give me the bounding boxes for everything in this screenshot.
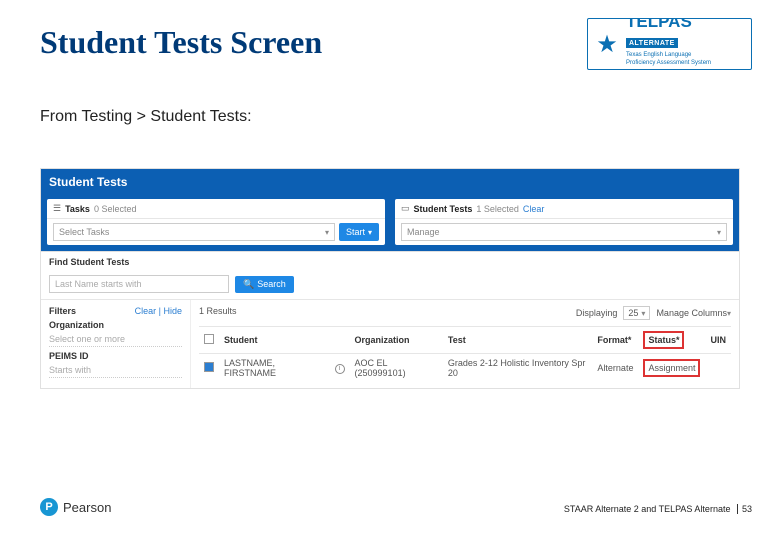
breadcrumb: From Testing > Student Tests: bbox=[40, 108, 252, 126]
results-pane: 1 Results Displaying 25 Manage Columns bbox=[191, 300, 739, 388]
student-tests-screenshot: Student Tests ☰ Tasks 0 Selected Select … bbox=[40, 168, 740, 389]
cell-test: Grades 2-12 Holistic Inventory Spr 20 bbox=[443, 354, 593, 383]
start-button[interactable]: Start bbox=[339, 223, 379, 241]
tasks-row: ☰ Tasks 0 Selected Select Tasks Start ▭ … bbox=[41, 195, 739, 251]
cell-format: Alternate bbox=[592, 354, 638, 383]
tasks-panel: ☰ Tasks 0 Selected Select Tasks Start bbox=[47, 199, 385, 245]
results-body: Filters Clear | Hide Organization Select… bbox=[41, 300, 739, 388]
list-icon: ☰ bbox=[53, 203, 61, 214]
search-button-label: Search bbox=[257, 279, 286, 289]
student-tests-selected: 1 Selected bbox=[476, 204, 519, 214]
search-icon: 🔍 bbox=[243, 279, 254, 290]
slide-title: Student Tests Screen bbox=[40, 24, 322, 61]
page-number: 53 bbox=[737, 504, 752, 514]
pearson-text: Pearson bbox=[63, 500, 111, 515]
filters-title: Filters bbox=[49, 306, 76, 316]
row-checkbox[interactable] bbox=[204, 362, 214, 372]
badge-sub3: Alternate bbox=[626, 69, 747, 70]
start-button-label: Start bbox=[346, 227, 365, 237]
filters-clear-hide[interactable]: Clear | Hide bbox=[135, 306, 182, 316]
tasks-selected: 0 Selected bbox=[94, 204, 137, 214]
pearson-icon: P bbox=[40, 498, 58, 516]
results-count: 1 Results bbox=[199, 306, 237, 320]
select-tasks-placeholder: Select Tasks bbox=[59, 227, 109, 237]
chevron-down-icon bbox=[717, 227, 721, 237]
cell-uin bbox=[705, 354, 731, 383]
col-student[interactable]: Student bbox=[219, 327, 330, 354]
peims-filter-label: PEIMS ID bbox=[49, 351, 182, 361]
lastname-input[interactable]: Last Name starts with bbox=[49, 275, 229, 293]
table-row[interactable]: LASTNAME, FIRSTNAME i AOC EL (250999101)… bbox=[199, 354, 731, 383]
results-table: Student Organization Test Format* Status… bbox=[199, 326, 731, 382]
badge-text: TELPAS ALTERNATE Texas English Language … bbox=[626, 18, 751, 70]
badge-alternate: ALTERNATE bbox=[626, 38, 678, 48]
manage-columns-label: Manage Columns bbox=[656, 308, 727, 318]
cell-student: LASTNAME, FIRSTNAME bbox=[219, 354, 330, 383]
status-highlight: Status* bbox=[643, 331, 684, 349]
table-header-row: Student Organization Test Format* Status… bbox=[199, 327, 731, 354]
col-checkbox[interactable] bbox=[199, 327, 219, 354]
info-icon[interactable]: i bbox=[335, 364, 345, 374]
file-icon: ▭ bbox=[401, 203, 410, 214]
manage-columns-link[interactable]: Manage Columns bbox=[656, 308, 731, 318]
cell-status: Assignment bbox=[638, 354, 705, 383]
find-title: Find Student Tests bbox=[41, 251, 739, 271]
chevron-down-icon bbox=[641, 308, 645, 318]
organization-filter-label: Organization bbox=[49, 320, 182, 330]
cell-organization: AOC EL (250999101) bbox=[350, 354, 443, 383]
badge-sub1: Texas English Language bbox=[626, 52, 747, 59]
peims-filter-input[interactable]: Starts with bbox=[49, 363, 182, 378]
tasks-label: Tasks bbox=[65, 204, 90, 214]
displaying-label: Displaying bbox=[576, 308, 618, 318]
chevron-down-icon bbox=[727, 308, 731, 318]
checkbox-icon bbox=[204, 334, 214, 344]
col-format[interactable]: Format* bbox=[592, 327, 638, 354]
app-header: Student Tests bbox=[41, 169, 739, 195]
badge-sub2: Proficiency Assessment System bbox=[626, 60, 747, 67]
footer-note-text: STAAR Alternate 2 and TELPAS Alternate bbox=[564, 504, 731, 514]
manage-dropdown[interactable]: Manage bbox=[401, 223, 727, 241]
telpas-badge: ★ TELPAS ALTERNATE Texas English Languag… bbox=[587, 18, 752, 70]
page-size-value: 25 bbox=[628, 308, 638, 318]
search-button[interactable]: 🔍 Search bbox=[235, 276, 294, 293]
chevron-down-icon bbox=[325, 227, 329, 237]
student-tests-panel: ▭ Student Tests 1 Selected Clear Manage bbox=[395, 199, 733, 245]
manage-label: Manage bbox=[407, 227, 440, 237]
star-icon: ★ bbox=[588, 19, 626, 69]
search-row: Last Name starts with 🔍 Search bbox=[41, 271, 739, 300]
col-status[interactable]: Status* bbox=[638, 327, 705, 354]
pearson-logo: P Pearson bbox=[40, 498, 111, 516]
footer-note: STAAR Alternate 2 and TELPAS Alternate 5… bbox=[564, 504, 752, 514]
status-highlight: Assignment bbox=[643, 359, 700, 377]
organization-filter-input[interactable]: Select one or more bbox=[49, 332, 182, 347]
clear-link[interactable]: Clear bbox=[523, 204, 545, 214]
col-organization[interactable]: Organization bbox=[350, 327, 443, 354]
chevron-down-icon bbox=[368, 227, 372, 237]
filters-pane: Filters Clear | Hide Organization Select… bbox=[41, 300, 191, 388]
page-size-select[interactable]: 25 bbox=[623, 306, 650, 320]
select-tasks-dropdown[interactable]: Select Tasks bbox=[53, 223, 335, 241]
badge-brand: TELPAS bbox=[626, 18, 692, 31]
col-uin[interactable]: UIN bbox=[705, 327, 731, 354]
col-test[interactable]: Test bbox=[443, 327, 593, 354]
col-info bbox=[330, 327, 350, 354]
student-tests-label: Student Tests bbox=[414, 204, 473, 214]
